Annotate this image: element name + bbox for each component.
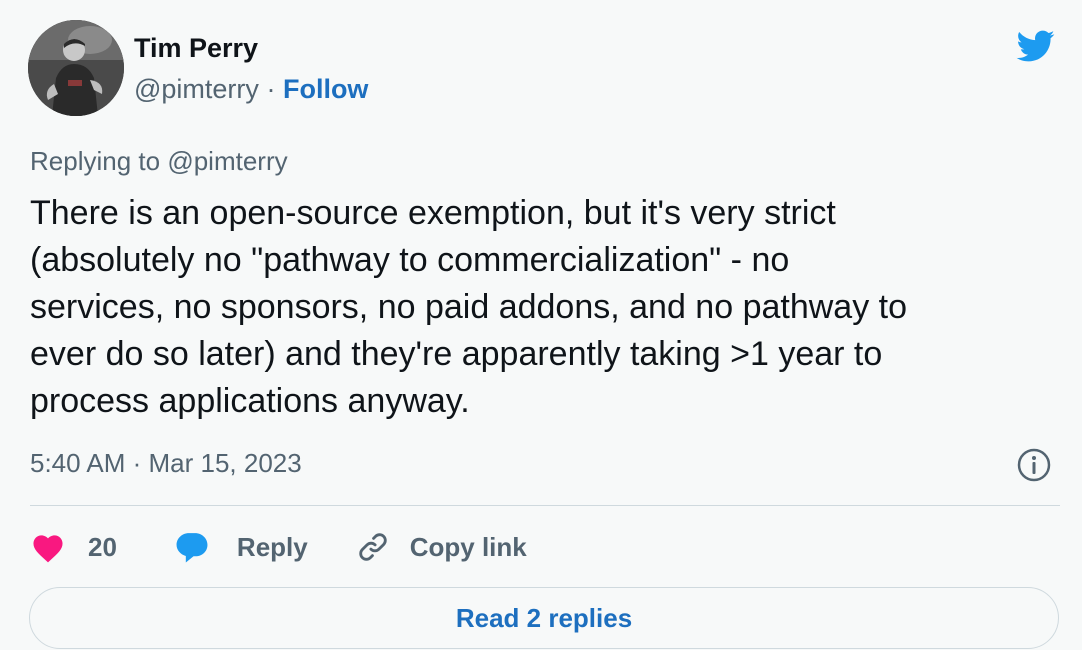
follow-link[interactable]: Follow [283,74,368,104]
tweet-text-line: ever do so later) and they're apparently… [30,335,883,373]
replying-to-line: Replying to @pimterry [30,144,288,178]
tweet-text-line: (absolutely no "pathway to commercializa… [30,241,790,279]
embedded-tweet: Tim Perry @pimterry · Follow Replying to… [0,0,1082,650]
author-handle[interactable]: @pimterry [134,74,259,104]
tweet-text: There is an open-source exemption, but i… [30,190,1060,425]
tweet-text-line: There is an open-source exemption, but i… [30,194,836,232]
tweet-actions: 20 Reply Copy link [30,526,527,568]
replying-to-mention[interactable]: @pimterry [167,146,287,176]
tweet-timestamp[interactable]: 5:40 AM · Mar 15, 2023 [30,446,302,480]
info-icon[interactable] [1016,447,1052,483]
meta-separator: · [266,74,276,104]
divider [30,505,1060,506]
like-count: 20 [88,531,117,562]
heart-icon [33,535,63,563]
read-replies-label: Read 2 replies [455,602,633,633]
author-name[interactable]: Tim Perry [134,31,258,65]
avatar-photo [28,20,124,116]
like-button[interactable]: 20 [30,531,117,563]
author-avatar[interactable] [28,20,124,116]
twitter-bird-icon[interactable] [1010,26,1060,66]
replying-to-prefix: Replying to [30,146,161,176]
copy-link-label: Copy link [409,531,527,562]
link-icon [359,533,387,561]
reply-button[interactable]: Reply [173,530,308,564]
copy-link-button[interactable]: Copy link [356,530,527,564]
tweet-text-line: services, no sponsors, no paid addons, a… [30,288,908,326]
reply-label: Reply [236,531,308,562]
speech-bubble-icon [176,533,208,563]
author-meta: @pimterry · Follow [134,72,368,106]
read-replies-button[interactable]: Read 2 replies [29,587,1059,649]
tweet-text-line: process applications anyway. [30,382,470,420]
